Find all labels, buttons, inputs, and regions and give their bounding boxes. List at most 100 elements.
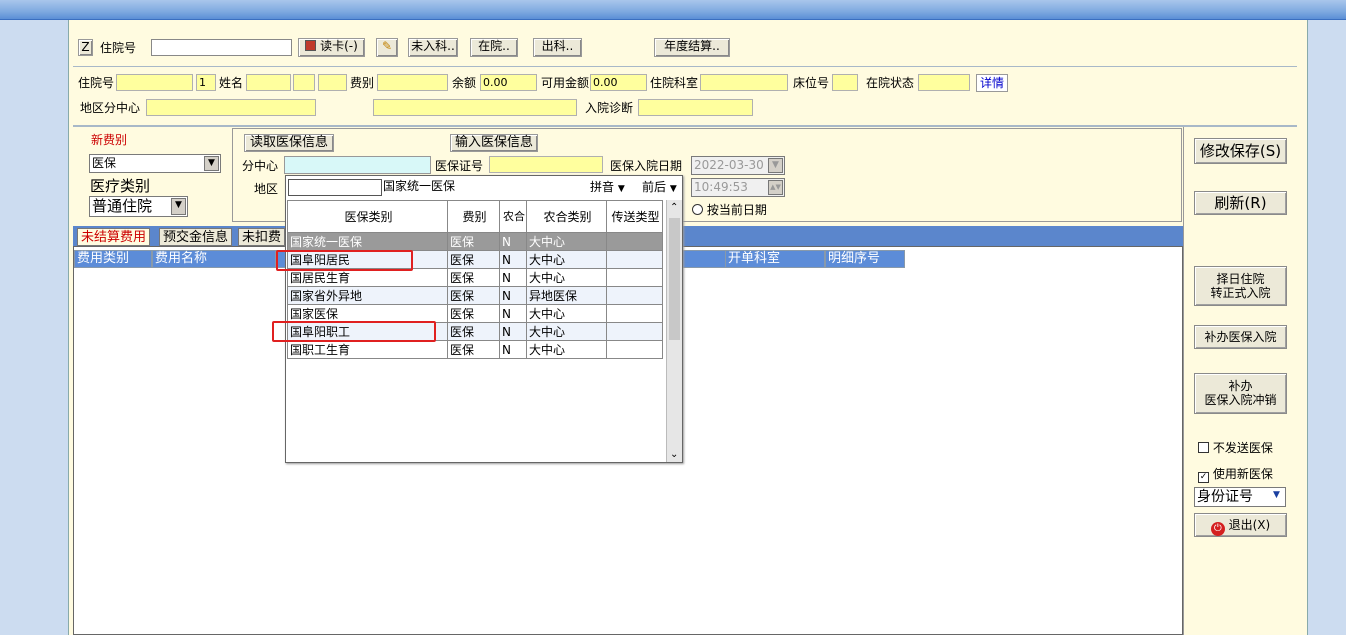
id-type-select[interactable]: 身份证号 ▼ bbox=[1194, 487, 1286, 507]
dropdown-cell: N bbox=[499, 250, 527, 269]
use-new-checkbox[interactable]: ✓ 使用新医保 bbox=[1198, 466, 1273, 483]
bed-field[interactable] bbox=[832, 74, 858, 91]
inpatient-no-field[interactable] bbox=[116, 74, 193, 91]
new-fee-select[interactable]: 医保 ▼ bbox=[89, 154, 221, 173]
dropdown-row[interactable]: 国家医保 医保 N 大中心 bbox=[287, 304, 663, 323]
col-detail-no[interactable]: 明细序号 bbox=[825, 250, 905, 268]
subcenter-field[interactable] bbox=[284, 156, 431, 174]
admit-time-picker[interactable]: 10:49:53 ▲▼ bbox=[691, 178, 785, 197]
dropdown-col-header[interactable]: 农合类别 bbox=[526, 200, 607, 233]
match-mode-select[interactable]: 前后 ▼ bbox=[638, 180, 682, 197]
exit-button[interactable]: ⏻ 退出(X) bbox=[1194, 513, 1287, 537]
chevron-down-icon: ▼ bbox=[768, 158, 783, 173]
region-current-value: 国家统一医保 bbox=[383, 179, 456, 193]
tab-prepay[interactable]: 预交金信息 bbox=[159, 228, 233, 246]
no-send-checkbox[interactable]: 不发送医保 bbox=[1198, 440, 1273, 456]
dropdown-scrollbar[interactable]: ⌃ ⌄ bbox=[666, 200, 682, 462]
dropdown-cell: 大中心 bbox=[526, 250, 607, 269]
admit-date-picker[interactable]: 2022-03-30 ▼ bbox=[691, 156, 785, 175]
dropdown-col-header[interactable]: 农合 bbox=[499, 200, 527, 233]
scrollbar-thumb[interactable] bbox=[669, 218, 680, 340]
not-admitted-button[interactable]: 未入科.. bbox=[408, 38, 458, 57]
dropdown-col-header[interactable]: 费别 bbox=[447, 200, 500, 233]
supp-admit-button[interactable]: 补办医保入院 bbox=[1194, 325, 1287, 349]
age-field[interactable] bbox=[318, 74, 347, 91]
dropdown-row[interactable]: 国家省外异地 医保 N 异地医保 bbox=[287, 286, 663, 305]
visit-count-field[interactable]: 1 bbox=[196, 74, 216, 91]
supp-cancel-line2: 医保入院冲销 bbox=[1204, 393, 1277, 407]
fee-type-field[interactable] bbox=[377, 74, 448, 91]
highlight-box-1 bbox=[276, 250, 413, 271]
annual-settle-button[interactable]: 年度结算.. bbox=[654, 38, 730, 57]
dept-field[interactable] bbox=[700, 74, 788, 91]
chevron-down-icon: ▼ bbox=[669, 184, 677, 194]
dropdown-row[interactable]: 国职工生育 医保 N 大中心 bbox=[287, 340, 663, 359]
dropdown-cell bbox=[606, 322, 663, 341]
broom-icon[interactable]: ✎ bbox=[376, 38, 398, 57]
balance-field[interactable]: 0.00 bbox=[480, 74, 537, 91]
input-insurance-button[interactable]: 输入医保信息 bbox=[450, 134, 538, 152]
col-fee-name[interactable]: 费用名称 bbox=[152, 250, 276, 268]
status-field[interactable] bbox=[918, 74, 970, 91]
highlight-box-2 bbox=[272, 321, 436, 342]
available-field[interactable]: 0.00 bbox=[590, 74, 647, 91]
region-search-input[interactable] bbox=[288, 179, 382, 196]
dropdown-cell: 大中心 bbox=[526, 340, 607, 359]
dropdown-cell: 大中心 bbox=[526, 322, 607, 341]
dropdown-col-header[interactable]: 传送类型 bbox=[606, 200, 663, 233]
diagnosis-field[interactable] bbox=[638, 99, 753, 116]
dropdown-cell: N bbox=[499, 304, 527, 323]
dropdown-cell bbox=[606, 232, 663, 251]
read-card-button[interactable]: 读卡(-) bbox=[298, 38, 365, 57]
new-fee-label: 新费别 bbox=[91, 133, 128, 147]
region-center-name-field[interactable] bbox=[373, 99, 577, 116]
z-button[interactable]: Z bbox=[78, 39, 93, 56]
region-dropdown[interactable]: 国家统一医保 拼音 ▼ 前后 ▼ 医保类别 费别 农合 农合类别 传送类型 国家统一医保… bbox=[285, 175, 683, 463]
in-hospital-button[interactable]: 在院.. bbox=[470, 38, 518, 57]
region-center-field[interactable] bbox=[146, 99, 316, 116]
dropdown-row[interactable]: 国居民生育 医保 N 大中心 bbox=[287, 268, 663, 287]
dropdown-cell: 医保 bbox=[447, 322, 500, 341]
new-fee-value: 医保 bbox=[92, 156, 117, 170]
detail-link[interactable]: 详情 bbox=[976, 74, 1009, 92]
discharged-button[interactable]: 出科.. bbox=[533, 38, 582, 57]
dropdown-cell: 大中心 bbox=[526, 232, 607, 251]
supp-cancel-line1: 补办 bbox=[1228, 379, 1253, 393]
chevron-down-icon: ▼ bbox=[204, 156, 219, 171]
search-mode-select[interactable]: 拼音 ▼ bbox=[586, 180, 638, 197]
med-type-select[interactable]: 普通住院 ▼ bbox=[89, 196, 188, 217]
id-type-value: 身份证号 bbox=[1197, 489, 1253, 505]
card-no-field[interactable] bbox=[489, 156, 603, 173]
dropdown-row[interactable]: 国家统一医保 医保 N 大中心 bbox=[287, 232, 663, 251]
col-order-dept[interactable]: 开单科室 bbox=[725, 250, 825, 268]
inpatient-no-label-2: 住院号 bbox=[78, 76, 115, 90]
col-fee-category[interactable]: 费用类别 bbox=[74, 250, 152, 268]
inpatient-no-input[interactable] bbox=[151, 39, 292, 56]
spinner-icon: ▲▼ bbox=[768, 180, 783, 195]
refresh-button[interactable]: 刷新(R) bbox=[1194, 191, 1287, 215]
tab-undeducted[interactable]: 未扣费 bbox=[238, 228, 286, 246]
dropdown-cell bbox=[606, 304, 663, 323]
dropdown-cell: 大中心 bbox=[526, 304, 607, 323]
card-no-label: 医保证号 bbox=[435, 159, 484, 173]
select-date-admit-button[interactable]: 择日住院 转正式入院 bbox=[1194, 266, 1287, 306]
dropdown-cell: 医保 bbox=[447, 268, 500, 287]
dropdown-cell bbox=[606, 340, 663, 359]
dropdown-cell: N bbox=[499, 232, 527, 251]
save-button[interactable]: 修改保存(S) bbox=[1194, 138, 1287, 164]
current-date-radio[interactable]: 按当前日期 bbox=[692, 202, 767, 218]
dropdown-cell: 大中心 bbox=[526, 268, 607, 287]
gender-field[interactable] bbox=[293, 74, 315, 91]
dropdown-cell bbox=[606, 286, 663, 305]
tab-unsettled[interactable]: 未结算费用 bbox=[77, 228, 151, 246]
dropdown-col-header[interactable]: 医保类别 bbox=[287, 200, 448, 233]
name-field[interactable] bbox=[246, 74, 291, 91]
read-insurance-button[interactable]: 读取医保信息 bbox=[244, 134, 334, 152]
read-card-label: 读卡(-) bbox=[320, 39, 358, 53]
region-label: 地区 bbox=[254, 182, 279, 196]
med-type-value: 普通住院 bbox=[92, 197, 153, 215]
match-mode-value: 前后 bbox=[642, 180, 667, 194]
power-icon: ⏻ bbox=[1210, 522, 1225, 536]
supp-cancel-button[interactable]: 补办 医保入院冲销 bbox=[1194, 373, 1287, 414]
use-new-label: 使用新医保 bbox=[1212, 467, 1273, 481]
